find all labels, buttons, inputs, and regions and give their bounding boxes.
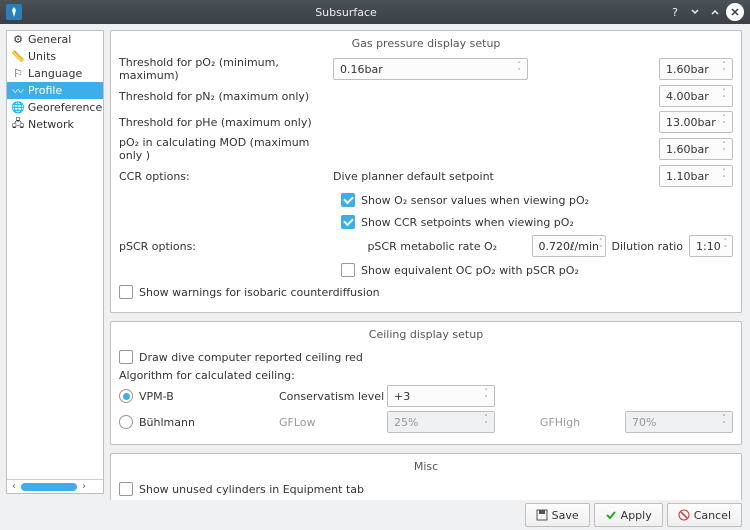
sidebar-item-label: General (28, 33, 71, 46)
misc-group: Misc Show unused cylinders in Equipment … (110, 453, 742, 500)
threshold-phe-spinbox[interactable]: 13.00bar ˄˅ (659, 111, 733, 133)
check-icon (605, 509, 617, 521)
help-button[interactable]: ? (666, 3, 684, 21)
gflow-label: GFLow (279, 416, 387, 429)
chart-icon: 〰 (11, 84, 25, 98)
buhlmann-label: Bühlmann (139, 416, 279, 429)
threshold-phe-label: Threshold for pHe (maximum only) (119, 116, 333, 129)
conservatism-label: Conservatism level (279, 390, 387, 403)
sidebar-item-network[interactable]: 🖧 Network (7, 116, 103, 133)
flag-icon: ⚐ (11, 67, 25, 81)
unused-cylinders-label: Show unused cylinders in Equipment tab (139, 483, 364, 496)
dilution-ratio-label: Dilution ratio (612, 240, 683, 253)
save-button[interactable]: Save (525, 503, 590, 527)
window-title: Subsurface (28, 6, 664, 19)
apply-button[interactable]: Apply (594, 503, 663, 527)
sidebar: ⚙ General 📏 Units ⚐ Language 〰 Profile 🌐… (6, 30, 104, 494)
sidebar-item-label: Units (28, 50, 56, 63)
group-legend: Gas pressure display setup (119, 37, 733, 50)
ccr-setpoints-label: Show CCR setpoints when viewing pO₂ (361, 216, 574, 229)
scroll-right-icon[interactable]: › (79, 481, 89, 492)
ccr-options-label: CCR options: (119, 170, 333, 183)
content: Gas pressure display setup Threshold for… (104, 24, 750, 500)
isobaric-warning-checkbox[interactable] (119, 285, 133, 299)
mod-po2-spinbox[interactable]: 1.60bar ˄˅ (659, 138, 733, 160)
network-icon: 🖧 (11, 118, 25, 132)
save-icon (536, 509, 548, 521)
vpmb-radio[interactable] (119, 389, 133, 403)
group-legend: Misc (119, 460, 733, 473)
gear-icon: ⚙ (11, 33, 25, 47)
ruler-icon: 📏 (11, 50, 25, 64)
sidebar-item-language[interactable]: ⚐ Language (7, 65, 103, 82)
algorithm-label: Algorithm for calculated ceiling: (119, 369, 733, 382)
sidebar-item-label: Georeference (28, 101, 103, 114)
pscr-options-label: pSCR options: (119, 240, 333, 253)
threshold-po2-min-spinbox[interactable]: 0.16bar ˄˅ (333, 58, 528, 80)
gas-pressure-group: Gas pressure display setup Threshold for… (110, 30, 742, 313)
sidebar-item-label: Profile (28, 84, 62, 97)
scroll-left-icon[interactable]: ‹ (9, 481, 19, 492)
cancel-icon (678, 509, 690, 521)
sidebar-item-label: Language (28, 67, 82, 80)
ccr-setpoint-spinbox[interactable]: 1.10bar ˄˅ (659, 165, 733, 187)
sidebar-item-georeference[interactable]: 🌐 Georeference (7, 99, 103, 116)
ccr-setpoint-label: Dive planner default setpoint (333, 170, 494, 183)
dilution-ratio-spinbox[interactable]: 1:10 ˄˅ (689, 235, 733, 257)
ccr-sensor-label: Show O₂ sensor values when viewing pO₂ (361, 194, 589, 207)
red-ceiling-label: Draw dive computer reported ceiling red (139, 351, 363, 364)
minimize-button[interactable] (686, 3, 704, 21)
scrollbar-thumb[interactable] (21, 483, 77, 491)
gfhigh-spinbox: 70% ˄˅ (625, 411, 733, 433)
pscr-equivalent-label: Show equivalent OC pO₂ with pSCR pO₂ (361, 264, 579, 277)
buhlmann-radio[interactable] (119, 415, 133, 429)
titlebar: Subsurface ? (0, 0, 750, 24)
isobaric-warning-label: Show warnings for isobaric counterdiffus… (139, 286, 380, 299)
app-icon (6, 4, 22, 20)
ceiling-group: Ceiling display setup Draw dive computer… (110, 321, 742, 445)
pscr-metabolic-label: pSCR metabolic rate O₂ (333, 240, 532, 253)
ccr-sensor-checkbox[interactable] (341, 193, 355, 207)
unused-cylinders-checkbox[interactable] (119, 482, 133, 496)
ccr-setpoints-checkbox[interactable] (341, 215, 355, 229)
pscr-equivalent-checkbox[interactable] (341, 263, 355, 277)
conservatism-spinbox[interactable]: +3 ˄˅ (387, 385, 495, 407)
maximize-button[interactable] (706, 3, 724, 21)
globe-icon: 🌐 (11, 101, 25, 115)
sidebar-scrollbar[interactable]: ‹ › (7, 479, 103, 493)
threshold-pn2-label: Threshold for pN₂ (maximum only) (119, 90, 333, 103)
close-button[interactable] (726, 3, 744, 21)
sidebar-item-label: Network (28, 118, 74, 131)
mod-po2-label: pO₂ in calculating MOD (maximum only ) (119, 136, 333, 162)
red-ceiling-checkbox[interactable] (119, 350, 133, 364)
gflow-spinbox: 25% ˄˅ (387, 411, 495, 433)
sidebar-item-general[interactable]: ⚙ General (7, 31, 103, 48)
threshold-po2-label: Threshold for pO₂ (minimum, maximum) (119, 56, 333, 82)
sidebar-item-units[interactable]: 📏 Units (7, 48, 103, 65)
cancel-button[interactable]: Cancel (667, 503, 742, 527)
threshold-pn2-spinbox[interactable]: 4.00bar ˄˅ (659, 85, 733, 107)
gfhigh-label: GFHigh (495, 416, 625, 429)
group-legend: Ceiling display setup (119, 328, 733, 341)
footer: Save Apply Cancel (0, 500, 750, 530)
pscr-metabolic-spinbox[interactable]: 0.720ℓ/min ˄˅ (532, 235, 606, 257)
spin-down-icon[interactable]: ˅ (513, 69, 525, 76)
sidebar-item-profile[interactable]: 〰 Profile (7, 82, 103, 99)
threshold-po2-max-spinbox[interactable]: 1.60bar ˄˅ (659, 58, 733, 80)
vpmb-label: VPM-B (139, 390, 279, 403)
